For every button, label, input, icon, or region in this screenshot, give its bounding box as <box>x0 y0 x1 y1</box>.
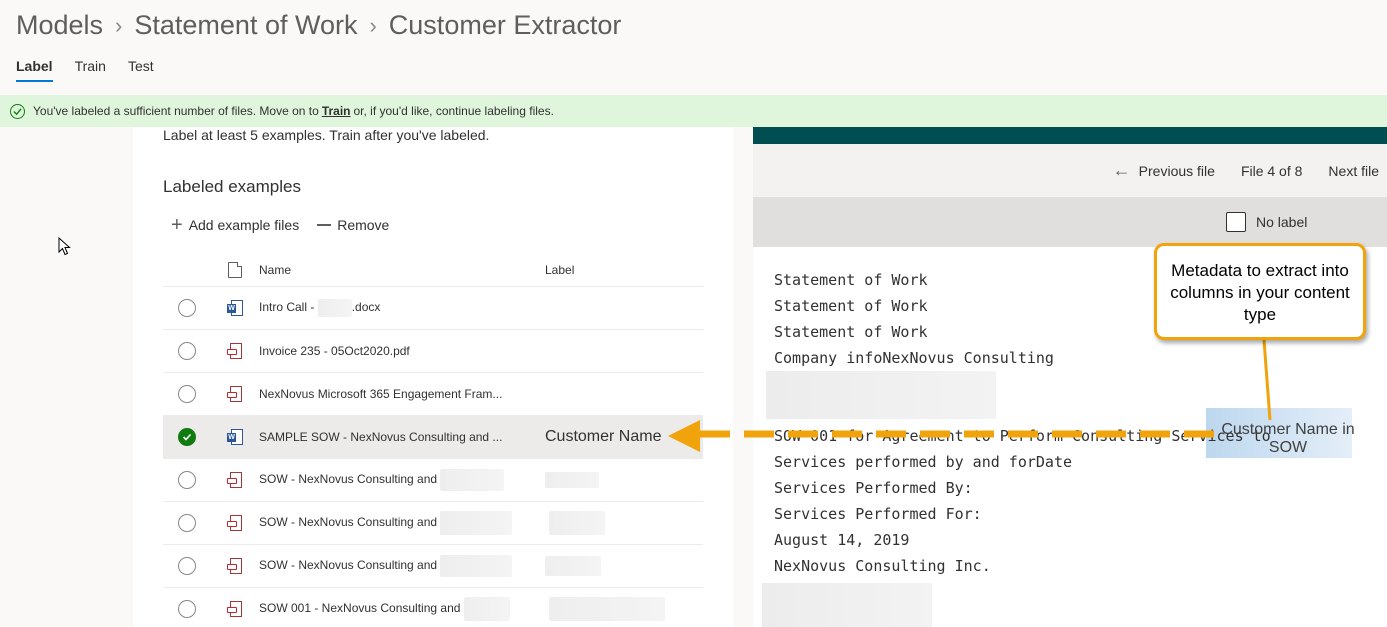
no-label-checkbox[interactable] <box>1226 212 1246 232</box>
column-header-name[interactable]: Name <box>259 263 545 277</box>
file-label <box>545 597 703 621</box>
add-example-files-button[interactable]: + Add example files <box>171 214 300 236</box>
previous-file-button[interactable]: ← Previous file <box>1113 160 1215 181</box>
word-document-icon: W <box>227 429 243 445</box>
labeled-examples-panel: Label at least 5 examples. Train after y… <box>133 127 733 627</box>
instruction-text: Label at least 5 examples. Train after y… <box>163 127 490 143</box>
table-row[interactable]: NexNovus Microsoft 365 Engagement Fram..… <box>163 373 703 416</box>
doc-line[interactable]: NexNovus Consulting Inc. <box>774 553 1271 579</box>
file-label <box>545 472 703 488</box>
remove-button[interactable]: Remove <box>317 217 389 233</box>
table-row[interactable]: Invoice 235 - 05Oct2020.pdf <box>163 330 703 373</box>
file-label <box>545 556 703 576</box>
table-row[interactable]: SOW - NexNovus Consulting and <box>163 545 703 588</box>
file-name[interactable]: Invoice 235 - 05Oct2020.pdf <box>259 344 545 358</box>
file-label <box>545 511 703 535</box>
pdf-document-icon <box>227 343 243 359</box>
tab-label[interactable]: Label <box>16 58 53 82</box>
breadcrumb-models[interactable]: Models <box>16 10 103 41</box>
success-banner: You've labeled a sufficient number of fi… <box>0 95 1387 127</box>
row-select-radio[interactable] <box>178 342 196 360</box>
file-name[interactable]: SOW 001 - NexNovus Consulting and <box>259 597 545 621</box>
section-title: Labeled examples <box>163 177 301 196</box>
file-name[interactable]: SOW - NexNovus Consulting and <box>259 555 545 577</box>
row-select-radio[interactable] <box>178 514 196 532</box>
pdf-document-icon <box>227 515 243 531</box>
file-label: Customer Name <box>545 428 662 445</box>
page-title: Customer Extractor <box>388 10 622 40</box>
row-select-radio[interactable] <box>178 299 196 317</box>
label-bar: No label <box>753 197 1387 247</box>
row-select-radio[interactable] <box>178 557 196 575</box>
table-row[interactable]: SOW - NexNovus Consulting and <box>163 502 703 545</box>
breadcrumb: Models › Statement of Work › Customer Ex… <box>16 10 621 41</box>
table-header: Name Label <box>163 253 703 287</box>
doc-line[interactable]: Services Performed For: <box>774 501 1271 527</box>
train-link[interactable]: Train <box>322 104 351 118</box>
doc-line[interactable]: August 14, 2019 <box>774 527 1271 553</box>
file-name[interactable]: SOW - NexNovus Consulting and <box>259 469 545 491</box>
tab-test[interactable]: Test <box>128 58 154 82</box>
chevron-right-icon: › <box>369 12 377 38</box>
command-bar: + Add example files Remove <box>171 214 407 236</box>
tab-bar: Label Train Test <box>16 58 176 82</box>
table-row[interactable]: W Intro Call - .docx <box>163 287 703 330</box>
banner-text-suffix: or, if you'd like, continue labeling fil… <box>353 104 554 118</box>
pdf-document-icon <box>227 472 243 488</box>
no-label-text: No label <box>1256 214 1308 230</box>
viewer-toolbar: ← Previous file File 4 of 8 Next file <box>753 144 1387 197</box>
table-row[interactable]: SOW 001 - NexNovus Consulting and <box>163 588 703 627</box>
table-row-selected[interactable]: W SAMPLE SOW - NexNovus Consulting and .… <box>163 416 703 459</box>
file-name[interactable]: SAMPLE SOW - NexNovus Consulting and ... <box>259 430 545 444</box>
highlight-annotation: Customer Name in SOW <box>1221 421 1355 456</box>
callout-text: Metadata to extract into columns in your… <box>1170 261 1350 324</box>
doc-line[interactable]: Services Performed By: <box>774 475 1271 501</box>
document-viewer: ← Previous file File 4 of 8 Next file No… <box>753 127 1387 627</box>
add-example-files-label: Add example files <box>188 217 300 233</box>
word-document-icon: W <box>227 300 243 316</box>
pdf-document-icon <box>227 558 243 574</box>
viewer-header <box>753 127 1387 144</box>
pdf-document-icon <box>227 386 243 402</box>
doc-line[interactable]: SOW 001 for Agreement to Perform Consult… <box>774 423 1271 449</box>
file-name[interactable]: NexNovus Microsoft 365 Engagement Fram..… <box>259 387 545 401</box>
doc-line[interactable]: Services performed by and forDate <box>774 449 1271 475</box>
redacted-block <box>766 371 1271 423</box>
previous-file-label: Previous file <box>1138 162 1215 179</box>
doc-line[interactable]: Company infoNexNovus Consulting <box>774 345 1271 371</box>
examples-table: Name Label W Intro Call - .docx Invoice … <box>163 253 703 627</box>
row-select-radio-checked[interactable] <box>178 428 196 446</box>
checkmark-circle-icon <box>10 103 25 119</box>
file-type-icon <box>228 261 242 278</box>
plus-icon: + <box>171 214 183 236</box>
file-name[interactable]: SOW - NexNovus Consulting and <box>259 511 545 535</box>
row-select-radio[interactable] <box>178 385 196 403</box>
tab-train[interactable]: Train <box>75 58 106 82</box>
annotation-callout: Metadata to extract into columns in your… <box>1154 243 1366 340</box>
file-name[interactable]: Intro Call - .docx <box>259 299 545 317</box>
column-header-label[interactable]: Label <box>545 263 703 277</box>
remove-label: Remove <box>337 217 390 233</box>
pdf-document-icon <box>227 601 243 617</box>
breadcrumb-statement-of-work[interactable]: Statement of Work <box>134 10 357 41</box>
minus-icon <box>317 224 332 226</box>
banner-text: You've labeled a sufficient number of fi… <box>33 104 319 118</box>
chevron-right-icon: › <box>115 12 123 38</box>
mouse-cursor-icon <box>58 237 71 256</box>
arrow-left-icon: ← <box>1112 160 1131 180</box>
row-select-radio[interactable] <box>178 600 196 618</box>
redacted-block <box>762 579 1271 627</box>
next-file-button[interactable]: Next file <box>1328 163 1379 179</box>
table-row[interactable]: SOW - NexNovus Consulting and <box>163 459 703 502</box>
file-position: File 4 of 8 <box>1240 162 1303 179</box>
row-select-radio[interactable] <box>178 471 196 489</box>
